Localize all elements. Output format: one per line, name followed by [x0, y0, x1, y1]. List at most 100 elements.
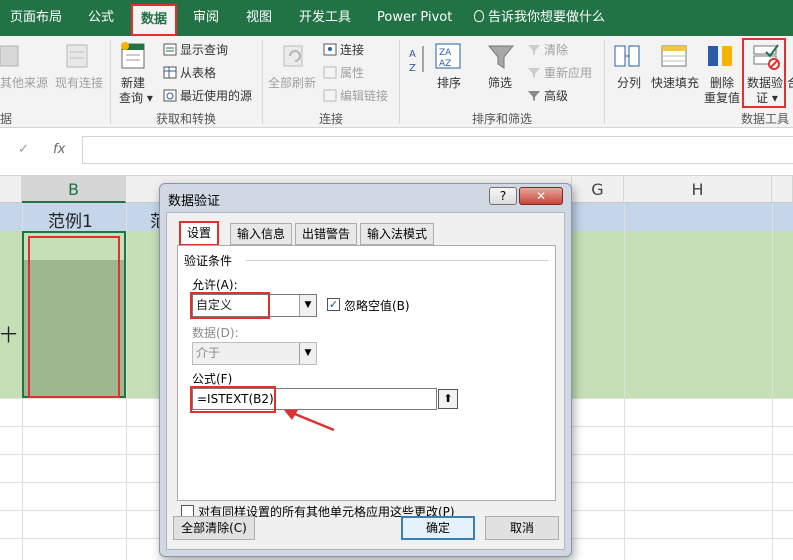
- new-query-icon: [121, 42, 145, 69]
- data-select-value: 介于: [196, 346, 221, 360]
- column-header-a-fragment[interactable]: [0, 176, 22, 203]
- advanced-filter-icon: [528, 91, 540, 101]
- other-sources-icon: [0, 45, 19, 67]
- tab-input-message[interactable]: 输入信息: [230, 223, 293, 245]
- chevron-down-icon[interactable]: ▼: [299, 343, 316, 364]
- edit-links-button[interactable]: 编辑链接: [323, 87, 388, 104]
- tab-formulas[interactable]: 公式: [88, 0, 114, 36]
- text-to-columns-icon: [614, 45, 640, 67]
- properties-button[interactable]: 属性: [323, 64, 364, 81]
- show-queries-icon: [163, 43, 177, 56]
- tab-review[interactable]: 审阅: [193, 0, 219, 36]
- chevron-down-icon[interactable]: ▼: [299, 295, 316, 316]
- group-label-sort-filter: 排序和筛选: [472, 112, 533, 126]
- column-header-b[interactable]: B: [22, 176, 126, 203]
- selected-range-b[interactable]: [22, 231, 126, 398]
- formula-input[interactable]: [82, 136, 793, 164]
- other-sources-button[interactable]: 其他来源: [0, 74, 48, 91]
- insert-function-icon[interactable]: fx: [53, 142, 65, 157]
- cancel-button[interactable]: 取消: [485, 516, 559, 540]
- text-to-columns-button[interactable]: 分列: [617, 74, 641, 91]
- properties-icon: [323, 66, 337, 79]
- clear-filter-icon: [528, 45, 540, 55]
- gridline: [624, 203, 625, 560]
- tab-ime-mode[interactable]: 输入法模式: [360, 223, 435, 245]
- svg-text:AZ: AZ: [439, 59, 451, 69]
- svg-text:Z: Z: [409, 63, 416, 74]
- data-validation-highlight: [742, 38, 786, 108]
- formula-bar: ✓ fx: [0, 128, 793, 176]
- ribbon-tab-bar: 页面布局 公式 数据 审阅 视图 开发工具 Power Pivot 告诉我你想要…: [0, 0, 793, 36]
- data-validation-dialog: 数据验证 ? ✕ 设置 输入信息 出错警告 输入法模式 验证条件 允许(A): …: [159, 183, 572, 557]
- group-divider: [262, 40, 263, 124]
- advanced-filter-button[interactable]: 高级: [527, 87, 568, 104]
- gridline: [126, 203, 127, 560]
- heading-divider: [246, 260, 548, 261]
- help-button[interactable]: ?: [489, 187, 517, 205]
- data-select[interactable]: 介于 ▼: [192, 342, 317, 365]
- criteria-heading: 验证条件: [184, 254, 233, 268]
- connections-icon: [323, 43, 337, 56]
- tab-developer[interactable]: 开发工具: [299, 0, 351, 36]
- reapply-icon: [528, 68, 540, 78]
- sort-button[interactable]: 排序: [437, 74, 461, 91]
- clear-filter-button[interactable]: 清除: [527, 41, 568, 58]
- dialog-body: 设置 输入信息 出错警告 输入法模式 验证条件 允许(A): 自定义 ▼ ✓ 忽…: [166, 212, 565, 550]
- pointer-arrow-icon: [284, 410, 335, 432]
- enter-check-icon[interactable]: ✓: [18, 142, 29, 157]
- svg-text:A: A: [409, 49, 416, 60]
- tab-settings[interactable]: 设置: [179, 221, 220, 246]
- sort-ascending-icon: AZ: [409, 46, 424, 74]
- sort-icon: ZAAZ: [435, 43, 461, 69]
- settings-panel: 验证条件 允许(A): 自定义 ▼ ✓ 忽略空值(B) 数据(D): 介于 ▼ …: [177, 245, 556, 501]
- gridline: [772, 203, 773, 560]
- remove-duplicates-label-2[interactable]: 重复值: [704, 89, 740, 106]
- tell-me-text: 告诉我你想要做什么: [488, 10, 606, 25]
- ignore-blank-checkbox[interactable]: ✓: [327, 298, 340, 311]
- lightbulb-icon: [474, 10, 484, 22]
- table-icon: [163, 66, 177, 79]
- tab-page-layout[interactable]: 页面布局: [10, 0, 62, 36]
- cell-a-fragment: 十: [0, 326, 17, 346]
- group-divider: [110, 40, 111, 124]
- ok-button[interactable]: 确定: [401, 516, 475, 540]
- from-table-button[interactable]: 从表格: [163, 64, 216, 81]
- reapply-button[interactable]: 重新应用: [527, 64, 592, 81]
- filter-icon: [487, 45, 515, 69]
- column-header-h[interactable]: H: [624, 176, 772, 203]
- existing-connections-button[interactable]: 现有连接: [55, 74, 103, 91]
- allow-highlight: [190, 292, 270, 319]
- clear-all-button[interactable]: 全部清除(C): [173, 516, 255, 540]
- show-queries-button[interactable]: 显示查询: [163, 41, 228, 58]
- group-divider: [399, 40, 400, 124]
- existing-connections-icon: [66, 44, 88, 68]
- selected-range-highlight: [28, 236, 120, 398]
- allow-label: 允许(A):: [192, 278, 238, 292]
- group-divider: [604, 40, 605, 124]
- remove-duplicates-icon: [708, 46, 732, 66]
- flash-fill-button[interactable]: 快速填充: [651, 74, 699, 91]
- group-label-fragment: 据: [0, 112, 13, 126]
- svg-text:ZA: ZA: [439, 48, 452, 58]
- refresh-all-button[interactable]: 全部刷新: [268, 74, 316, 91]
- tab-power-pivot[interactable]: Power Pivot: [377, 0, 452, 36]
- close-button[interactable]: ✕: [519, 187, 563, 205]
- tell-me-box[interactable]: 告诉我你想要做什么: [474, 0, 605, 36]
- tab-view[interactable]: 视图: [246, 0, 272, 36]
- recent-sources-button[interactable]: 最近使用的源: [163, 87, 252, 104]
- data-label: 数据(D):: [192, 326, 239, 340]
- collapse-dialog-icon[interactable]: ⬆: [438, 389, 458, 409]
- group-label-data-tools: 数据工具: [741, 112, 790, 126]
- connections-button[interactable]: 连接: [323, 41, 364, 58]
- recent-sources-icon: [163, 89, 177, 102]
- tab-error-alert[interactable]: 出错警告: [295, 223, 358, 245]
- checkmark-icon: ✓: [328, 298, 339, 311]
- dialog-title: 数据验证: [168, 194, 221, 209]
- ribbon: 其他来源 现有连接 据 新建 查询 ▾ 显示查询 从表格 最近使用的源 获取和转…: [0, 36, 793, 128]
- tab-data[interactable]: 数据: [131, 4, 178, 36]
- filter-button[interactable]: 筛选: [488, 74, 512, 91]
- new-query-label-2[interactable]: 查询 ▾: [119, 89, 153, 106]
- column-header-g[interactable]: G: [572, 176, 624, 203]
- column-header-i-fragment[interactable]: [772, 176, 793, 203]
- cell-b2[interactable]: 范例1: [48, 207, 93, 232]
